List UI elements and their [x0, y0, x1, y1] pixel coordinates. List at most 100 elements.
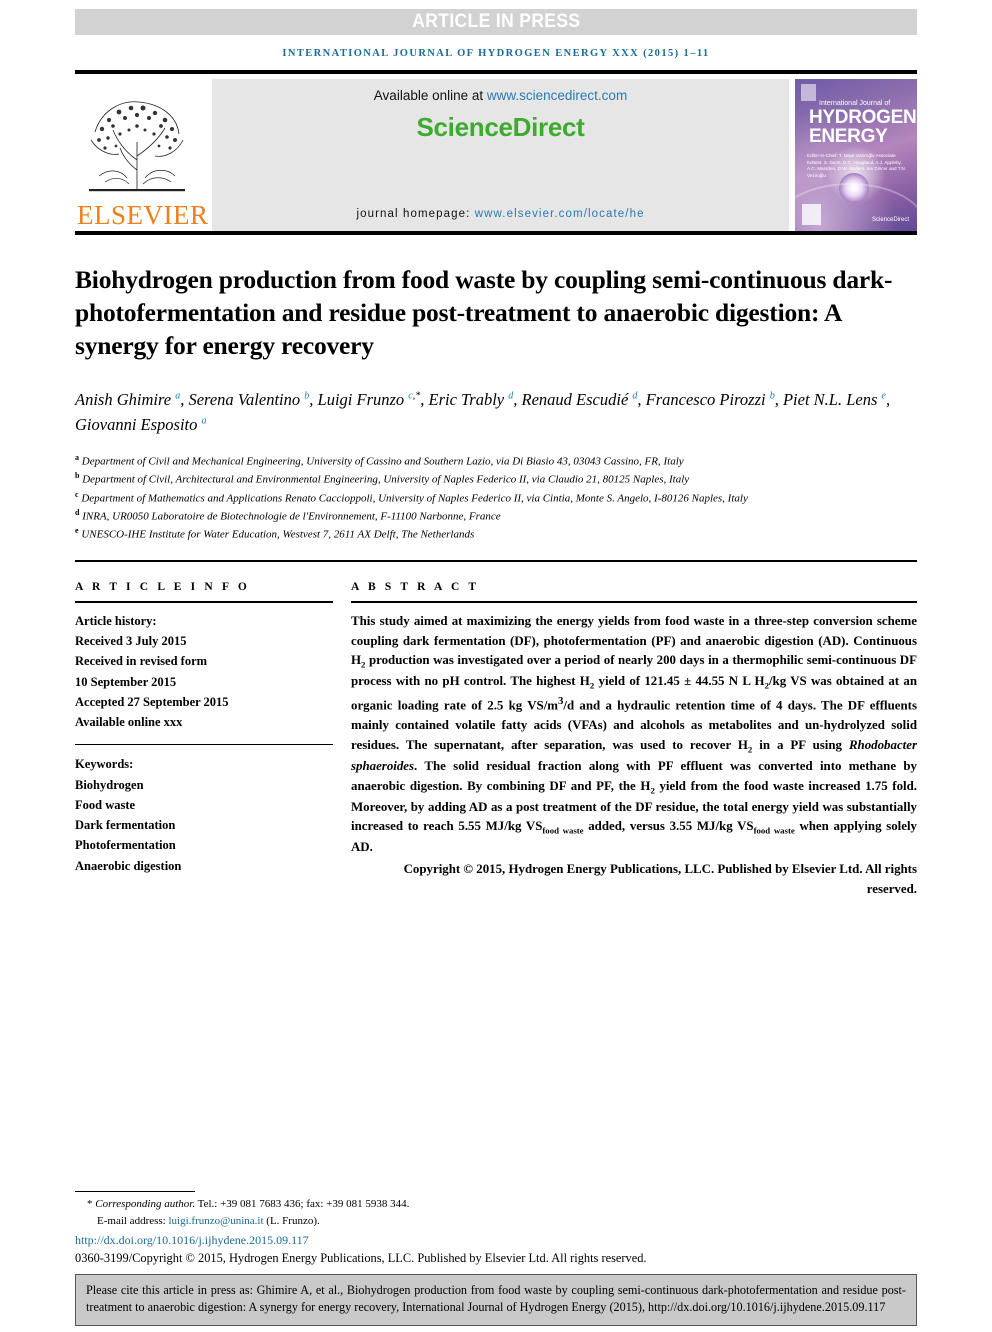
keyword-item: Anaerobic digestion [75, 858, 182, 873]
corresponding-author-label: Corresponding author. [95, 1198, 196, 1210]
masthead-top-rule [75, 70, 917, 74]
author-list: Anish Ghimire a, Serena Valentino b, Lui… [75, 390, 891, 435]
cite-this-article-text: Please cite this article in press as: Gh… [86, 1283, 906, 1315]
issn-copyright-line: 0360-3199/Copyright © 2015, Hydrogen Ene… [75, 1251, 647, 1266]
chemical-subscript: food waste [753, 826, 795, 837]
page-footer: * Corresponding author. Tel.: +39 081 76… [75, 1191, 917, 1266]
chemical-subscript: 2 [361, 659, 366, 670]
cover-sciencedirect-mark: ScienceDirect [871, 217, 909, 223]
author-name: Eric Trably [428, 390, 509, 410]
keyword-item: Photofermentation [75, 838, 176, 853]
article-in-press-banner: ARTICLE IN PRESS [75, 9, 917, 35]
cover-journal-small-title: International Journal of [819, 100, 891, 107]
article-info-heading: A R T I C L E I N F O [75, 580, 250, 593]
author-name: Giovanni Esposito [75, 415, 202, 435]
affiliation-mark: b [75, 471, 80, 481]
abstract-heading: A B S T R A C T [351, 580, 480, 593]
info-abstract-top-rule [75, 559, 917, 562]
footnote-rule [75, 1191, 195, 1192]
email-owner: (L. Frunzo). [263, 1215, 320, 1228]
keyword-item: Biohydrogen [75, 777, 144, 792]
article-history-lines: Received 3 July 2015 Received in revised … [75, 631, 333, 732]
page-title: Biohydrogen production from food waste b… [75, 265, 893, 361]
author-name: Renaud Escudié [521, 390, 633, 410]
abstract-copyright: Copyright © 2015, Hydrogen Energy Public… [403, 862, 917, 896]
author-affiliation-mark: e [881, 390, 886, 402]
author-affiliation-mark: d [508, 390, 514, 402]
affiliation-list: a Department of Civil and Mechanical Eng… [75, 452, 917, 544]
author-affiliation-mark: d [632, 390, 638, 402]
author-affiliation-mark: a [201, 415, 207, 427]
paper-page: ARTICLE IN PRESS International Journal o… [0, 9, 992, 1332]
keyword-item: Food waste [75, 797, 136, 812]
abstract-text: This study aimed at maximizing the energ… [351, 613, 918, 855]
article-in-press-label: ARTICLE IN PRESS [411, 11, 581, 32]
article-history-item: Received in revised form [75, 654, 208, 669]
chemical-subscript: 2 [747, 744, 753, 755]
affiliation-mark: e [75, 526, 79, 536]
masthead: ELSEVIER Available online at www.science… [75, 79, 917, 231]
sciencedirect-logo: ScienceDirect [416, 112, 585, 142]
unit-superscript: 3 [558, 695, 564, 708]
chemical-subscript: food waste [542, 826, 584, 837]
author-name: Anish Ghimire [75, 390, 176, 410]
sciencedirect-url-link[interactable]: www.sciencedirect.com [487, 88, 627, 103]
cover-title-line-2: ENERGY [809, 125, 888, 147]
chemical-subscript: 2 [650, 785, 655, 796]
author-name: Serena Valentino [188, 390, 305, 410]
cover-title-line-1: HYDROGEN [809, 107, 917, 128]
elsevier-logo: ELSEVIER [75, 79, 209, 231]
keywords-lines: Biohydrogen Food waste Dark fermentation Ph… [75, 775, 333, 876]
info-abstract-columns: A R T I C L E I N F O Article history: R… [75, 581, 917, 900]
masthead-bottom-rule [75, 231, 917, 235]
journal-homepage-link[interactable]: www.elsevier.com/locate/he [475, 208, 645, 220]
journal-homepage-line: journal homepage: www.elsevier.com/locat… [212, 208, 789, 220]
cover-elsevier-mark-icon [801, 84, 816, 101]
chemical-subscript: 2 [764, 680, 769, 691]
author-name: Luigi Frunzo [317, 390, 409, 410]
article-info-divider [75, 744, 333, 746]
elsevier-wordmark: ELSEVIER [77, 200, 209, 230]
species-name: Rhodobacter sphaeroides [351, 738, 917, 773]
affiliation-mark: d [75, 508, 80, 518]
article-info-column: A R T I C L E I N F O Article history: R… [75, 581, 333, 900]
corresponding-author-note: * Corresponding author. Tel.: +39 081 76… [75, 1196, 917, 1230]
article-history-item: Received 3 July 2015 [75, 634, 187, 649]
article-history-label: Article history: [75, 613, 157, 628]
corresponding-author-contact: Tel.: +39 081 7683 436; fax: +39 081 593… [195, 1198, 410, 1210]
cite-this-article-box: Please cite this article in press as: Gh… [75, 1274, 917, 1326]
cover-journal-big-title: HYDROGEN ENERGY [809, 107, 917, 147]
author-name: Piet N.L. Lens [782, 390, 882, 410]
keywords-block: Keywords: Biohydrogen Food waste Dark ferm… [75, 754, 333, 876]
email-label: E-mail address: [97, 1215, 169, 1228]
available-online-prefix: Available online at [373, 88, 487, 103]
available-online-line: Available online at www.sciencedirect.co… [212, 79, 789, 103]
footnote-asterisk-icon: * [87, 1198, 93, 1210]
article-history-item: Available online xxx [75, 715, 183, 730]
author-affiliation-mark: b [769, 390, 775, 402]
affiliation-item: b Department of Civil, Architectural and… [75, 471, 690, 486]
doi-link[interactable]: http://dx.doi.org/10.1016/j.ijhydene.201… [75, 1233, 917, 1248]
affiliation-item: a Department of Civil and Mechanical Eng… [75, 452, 684, 468]
email-link[interactable]: luigi.frunzo@unina.it [168, 1215, 263, 1227]
affiliation-item: c Department of Mathematics and Applicat… [75, 489, 748, 505]
affiliation-mark: c [75, 489, 79, 499]
abstract-column: A B S T R A C T This study aimed at maxi… [351, 581, 917, 900]
chemical-subscript: 2 [589, 680, 595, 691]
article-history-item: Accepted 27 September 2015 [75, 694, 229, 709]
journal-cover-image: International Journal of HYDROGEN ENERGY… [795, 79, 917, 231]
journal-running-head: International Journal of Hydrogen Energy… [282, 48, 710, 59]
author-affiliation-mark: a [175, 390, 181, 402]
cover-ihe-badge-icon [802, 204, 821, 225]
elsevier-tree-icon [75, 90, 199, 202]
keyword-item: Dark fermentation [75, 818, 176, 833]
email-line: E-mail address: luigi.frunzo@unina.it (L… [87, 1213, 917, 1230]
sciencedirect-banner: Available online at www.sciencedirect.co… [212, 79, 789, 231]
keywords-label: Keywords: [75, 757, 134, 772]
abstract-heading-rule [351, 600, 917, 603]
author-name: Francesco Pirozzi [645, 390, 770, 410]
affiliation-item: d INRA, UR0050 Laboratoire de Biotechnol… [75, 508, 501, 523]
corresponding-author-marker: ,* [412, 390, 421, 402]
author-affiliation-mark: b [304, 390, 310, 402]
affiliation-mark: a [75, 452, 79, 462]
